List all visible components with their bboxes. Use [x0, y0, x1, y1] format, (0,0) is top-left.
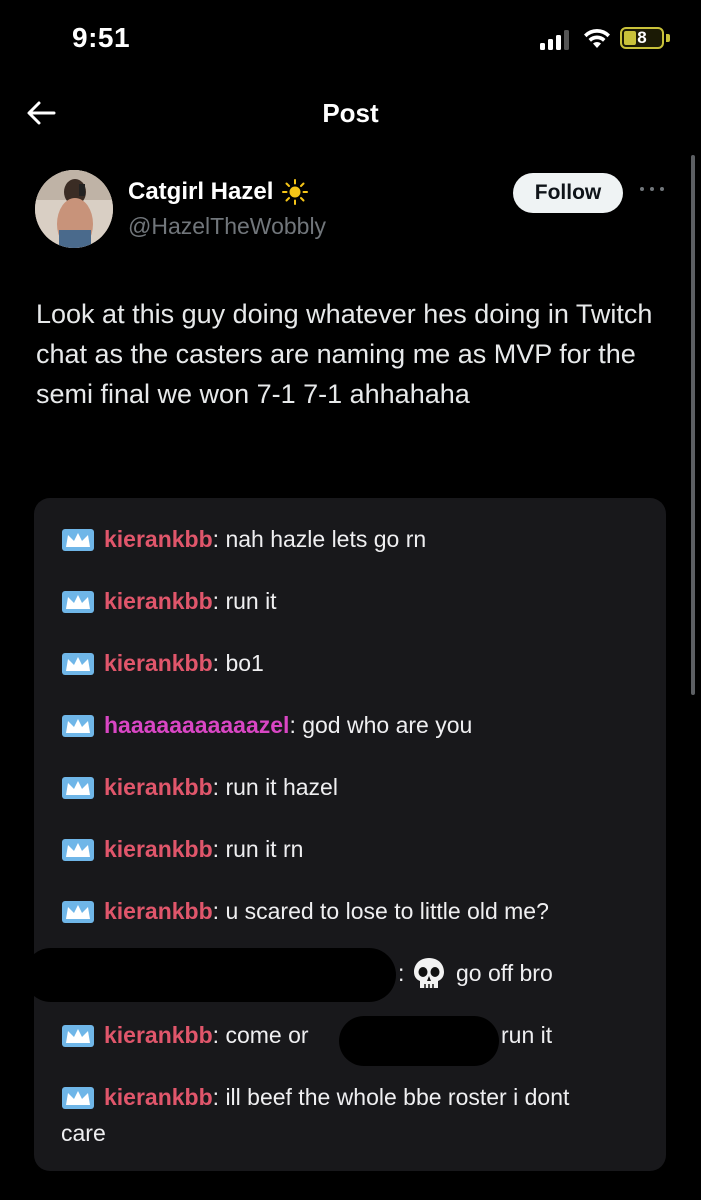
post-header: Post	[0, 78, 701, 148]
avatar[interactable]	[35, 170, 113, 248]
status-bar: 9:51 8	[0, 0, 701, 78]
battery-level: 8	[637, 28, 647, 47]
chat-username[interactable]: kierankbb	[104, 836, 213, 862]
chat-text: run it hazel	[225, 774, 338, 800]
crown-badge-icon	[62, 591, 94, 613]
chat-separator: :	[212, 588, 226, 614]
sun-emoji-icon	[282, 179, 309, 205]
chat-text: u scared to lose to little old me?	[225, 898, 549, 924]
chat-username[interactable]: kierankbb	[104, 588, 213, 614]
chat-text: god who are you	[302, 712, 473, 738]
chat-username[interactable]: kierankbb	[104, 1022, 213, 1048]
chat-message: kierankbb: bo1	[34, 632, 666, 694]
chat-separator: :	[212, 898, 226, 924]
chat-username[interactable]: haaaaaaaaaaazel	[104, 712, 289, 738]
chat-text: go off bro	[456, 960, 553, 986]
chat-message: kierankbb: run it rn	[34, 818, 666, 880]
chat-text: run it rn	[225, 836, 304, 862]
chat-message-redacted: : go off bro	[34, 942, 666, 1004]
chat-separator: :	[212, 650, 226, 676]
chat-username[interactable]: kierankbb	[104, 898, 213, 924]
crown-badge-icon	[62, 901, 94, 923]
chat-text-wrap: care	[61, 1120, 106, 1146]
chat-separator: :	[212, 836, 226, 862]
crown-badge-icon	[62, 653, 94, 675]
display-name-text: Catgirl Hazel	[128, 178, 274, 205]
crown-badge-icon	[62, 529, 94, 551]
chat-message: kierankbb: ill beef the whole bbe roster…	[34, 1066, 666, 1166]
chat-separator: :	[212, 1022, 226, 1048]
chat-username[interactable]: kierankbb	[104, 1084, 213, 1110]
user-handle[interactable]: @HazelTheWobbly	[128, 213, 326, 240]
post-text: Look at this guy doing whatever hes doin…	[36, 299, 653, 409]
chat-text: come or	[225, 1022, 309, 1048]
crown-badge-icon	[62, 715, 94, 737]
battery-tip	[666, 34, 670, 42]
chat-message: kierankbb: nah hazle lets go rn	[34, 508, 666, 570]
chat-text: ill beef the whole bbe roster i dont	[225, 1084, 570, 1110]
chat-text: nah hazle lets go rn	[225, 526, 427, 552]
follow-button[interactable]: Follow	[513, 173, 623, 213]
page-title: Post	[322, 98, 379, 128]
crown-badge-icon	[62, 839, 94, 861]
chat-separator: :	[289, 712, 303, 738]
chat-separator: :	[212, 526, 226, 552]
wifi-icon	[584, 28, 610, 48]
crown-badge-icon	[62, 777, 94, 799]
chat-separator: :	[212, 1084, 226, 1110]
crown-badge-icon	[62, 1087, 94, 1109]
chat-message: kierankbb: run it hazel	[34, 756, 666, 818]
status-time: 9:51	[72, 22, 131, 53]
chat-message: kierankbb: u scared to lose to little ol…	[34, 880, 666, 942]
chat-separator: :	[398, 960, 405, 986]
chat-username[interactable]: kierankbb	[104, 526, 213, 552]
chat-message: haaaaaaaaaaazel: god who are you	[34, 694, 666, 756]
chat-text: bo1	[225, 650, 264, 676]
chat-message: kierankbb: come or run it	[34, 1004, 666, 1066]
chat-text: run it	[225, 588, 277, 614]
post-image[interactable]: kierankbb: nah hazle lets go rn kierankb…	[34, 498, 666, 1171]
more-options-icon[interactable]	[639, 184, 665, 194]
chat-separator: :	[212, 774, 226, 800]
chat-message: kierankbb: run it	[34, 570, 666, 632]
cellular-signal-icon	[540, 30, 574, 50]
crown-badge-icon	[62, 1025, 94, 1047]
redaction-block	[339, 1016, 499, 1066]
display-name[interactable]: Catgirl Hazel	[128, 178, 309, 206]
skull-emoji-icon	[414, 958, 444, 988]
scrollbar[interactable]	[691, 155, 695, 695]
redaction-block	[34, 948, 396, 1002]
battery-icon: 8	[620, 27, 664, 49]
chat-text-after: run it	[501, 1022, 553, 1048]
chat-username[interactable]: kierankbb	[104, 774, 213, 800]
chat-username[interactable]: kierankbb	[104, 650, 213, 676]
